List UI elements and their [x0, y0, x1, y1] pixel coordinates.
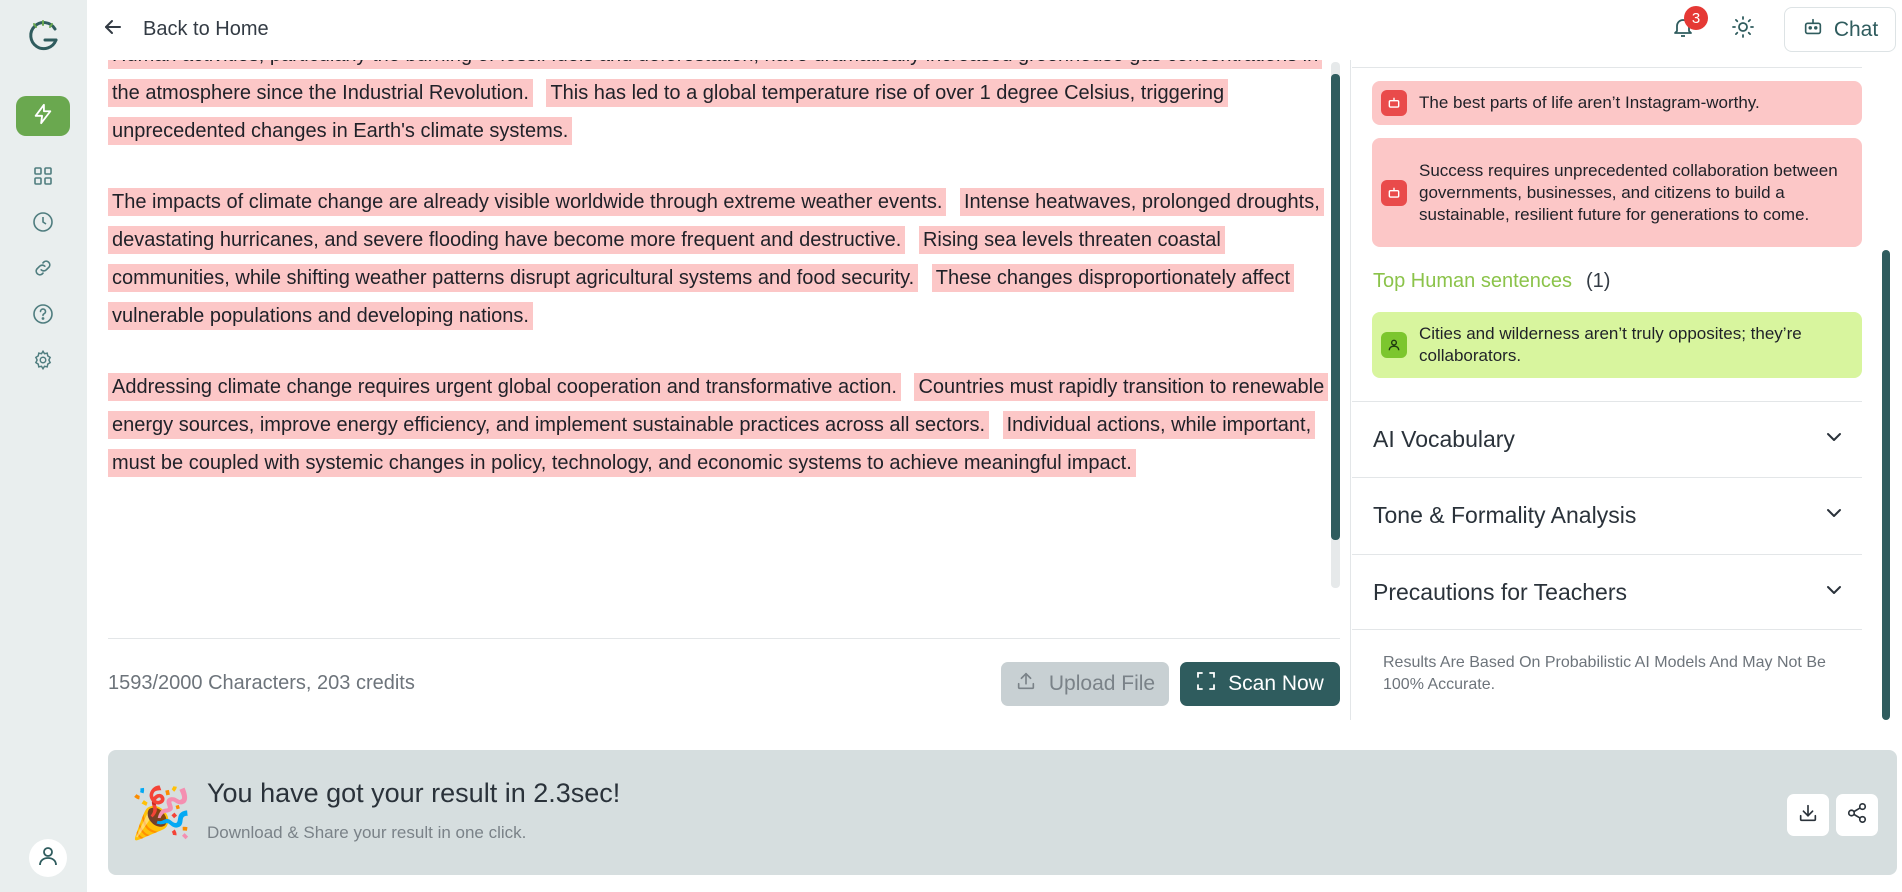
ai-sentence-text: Success requires unprecedented collabora…	[1419, 160, 1838, 224]
upload-file-label: Upload File	[1048, 672, 1156, 695]
result-subtitle: Download & Share your result in one clic…	[207, 823, 527, 842]
user-avatar[interactable]	[29, 839, 67, 877]
back-to-home-link[interactable]: Back to Home	[103, 14, 269, 44]
panel-scrollbar[interactable]	[1882, 250, 1890, 720]
accordion-label: Tone & Formality Analysis	[1373, 502, 1637, 528]
nav-settings[interactable]	[31, 349, 55, 376]
editor-scrollbar-thumb[interactable]	[1331, 74, 1340, 540]
theme-toggle-button[interactable]	[1728, 14, 1758, 44]
human-heading-label: Top Human sentences	[1373, 270, 1573, 292]
party-popper-icon: 🎉	[130, 785, 193, 841]
left-sidebar	[0, 0, 87, 892]
back-to-home-label: Back to Home	[143, 17, 269, 40]
character-count: 1593/2000 Characters, 203 credits	[108, 672, 415, 694]
scan-now-label: Scan Now	[1228, 672, 1324, 695]
scan-frame-icon	[1196, 671, 1216, 697]
editor-paragraph: The impacts of climate change are alread…	[108, 183, 1330, 335]
ai-sentence-text: The best parts of life aren’t Instagram-…	[1419, 93, 1760, 112]
accordion-precautions-teachers[interactable]: Precautions for Teachers	[1352, 554, 1862, 630]
link-icon	[32, 257, 54, 284]
grid-icon	[33, 166, 53, 191]
robot-icon	[1381, 90, 1407, 116]
editor-divider	[108, 638, 1340, 639]
editor-paragraph: Human activities, particularly the burni…	[108, 60, 1330, 150]
scan-now-button[interactable]: Scan Now	[1180, 662, 1340, 706]
app-logo-icon[interactable]	[25, 18, 61, 54]
nav-dashboard[interactable]	[31, 166, 55, 190]
human-count: (1)	[1586, 270, 1611, 292]
chevron-down-icon	[1824, 503, 1844, 528]
nav-links[interactable]	[31, 258, 55, 282]
top-human-sentences-heading: Top Human sentences (1)	[1373, 270, 1610, 293]
nav-detector[interactable]	[16, 96, 70, 136]
download-button[interactable]	[1787, 794, 1829, 836]
share-button[interactable]	[1836, 794, 1878, 836]
upload-file-button[interactable]: Upload File	[1001, 662, 1169, 706]
person-icon	[1381, 332, 1407, 358]
human-sentence-card[interactable]: Cities and wilderness aren’t truly oppos…	[1372, 312, 1862, 378]
highlighted-sentence: Addressing climate change requires urgen…	[108, 373, 901, 401]
clock-icon	[32, 211, 54, 238]
sun-icon	[1731, 15, 1755, 44]
text-editor[interactable]: Human activities, particularly the burni…	[108, 60, 1330, 580]
chevron-down-icon	[1824, 580, 1844, 605]
user-icon	[36, 844, 60, 873]
notifications-button[interactable]: 3	[1668, 6, 1708, 44]
highlighted-sentence: The impacts of climate change are alread…	[108, 188, 947, 216]
accordion-label: Precautions for Teachers	[1373, 578, 1627, 605]
gear-icon	[32, 349, 54, 376]
panel-divider	[1352, 67, 1862, 68]
ai-sentence-card[interactable]: The best parts of life aren’t Instagram-…	[1372, 81, 1862, 125]
robot-icon	[1802, 16, 1824, 44]
lightning-icon	[32, 103, 54, 130]
robot-icon	[1381, 179, 1407, 206]
human-sentence-text: Cities and wilderness aren’t truly oppos…	[1419, 324, 1802, 365]
accordion-label: AI Vocabulary	[1373, 426, 1515, 452]
chevron-down-icon	[1824, 427, 1844, 452]
accuracy-disclaimer: Results Are Based On Probabilistic AI Mo…	[1383, 654, 1826, 693]
arrow-left-icon	[103, 17, 123, 42]
upload-icon	[1015, 670, 1037, 698]
help-icon	[32, 303, 54, 330]
notification-badge: 3	[1684, 6, 1708, 30]
chat-button[interactable]: Chat	[1784, 7, 1896, 52]
result-title: You have got your result in 2.3sec!	[207, 778, 621, 808]
nav-history[interactable]	[31, 211, 55, 238]
nav-help[interactable]	[31, 303, 55, 330]
result-banner: 🎉 You have got your result in 2.3sec! Do…	[108, 750, 1897, 875]
accordion-tone-formality[interactable]: Tone & Formality Analysis	[1352, 477, 1862, 553]
accordion-ai-vocabulary[interactable]: AI Vocabulary	[1352, 401, 1862, 477]
download-icon	[1797, 802, 1819, 829]
chat-label: Chat	[1833, 17, 1879, 41]
editor-scrollbar[interactable]	[1331, 62, 1340, 588]
share-icon	[1846, 802, 1868, 829]
ai-sentence-card[interactable]: Success requires unprecedented collabora…	[1372, 138, 1862, 247]
editor-paragraph: Addressing climate change requires urgen…	[108, 368, 1330, 482]
